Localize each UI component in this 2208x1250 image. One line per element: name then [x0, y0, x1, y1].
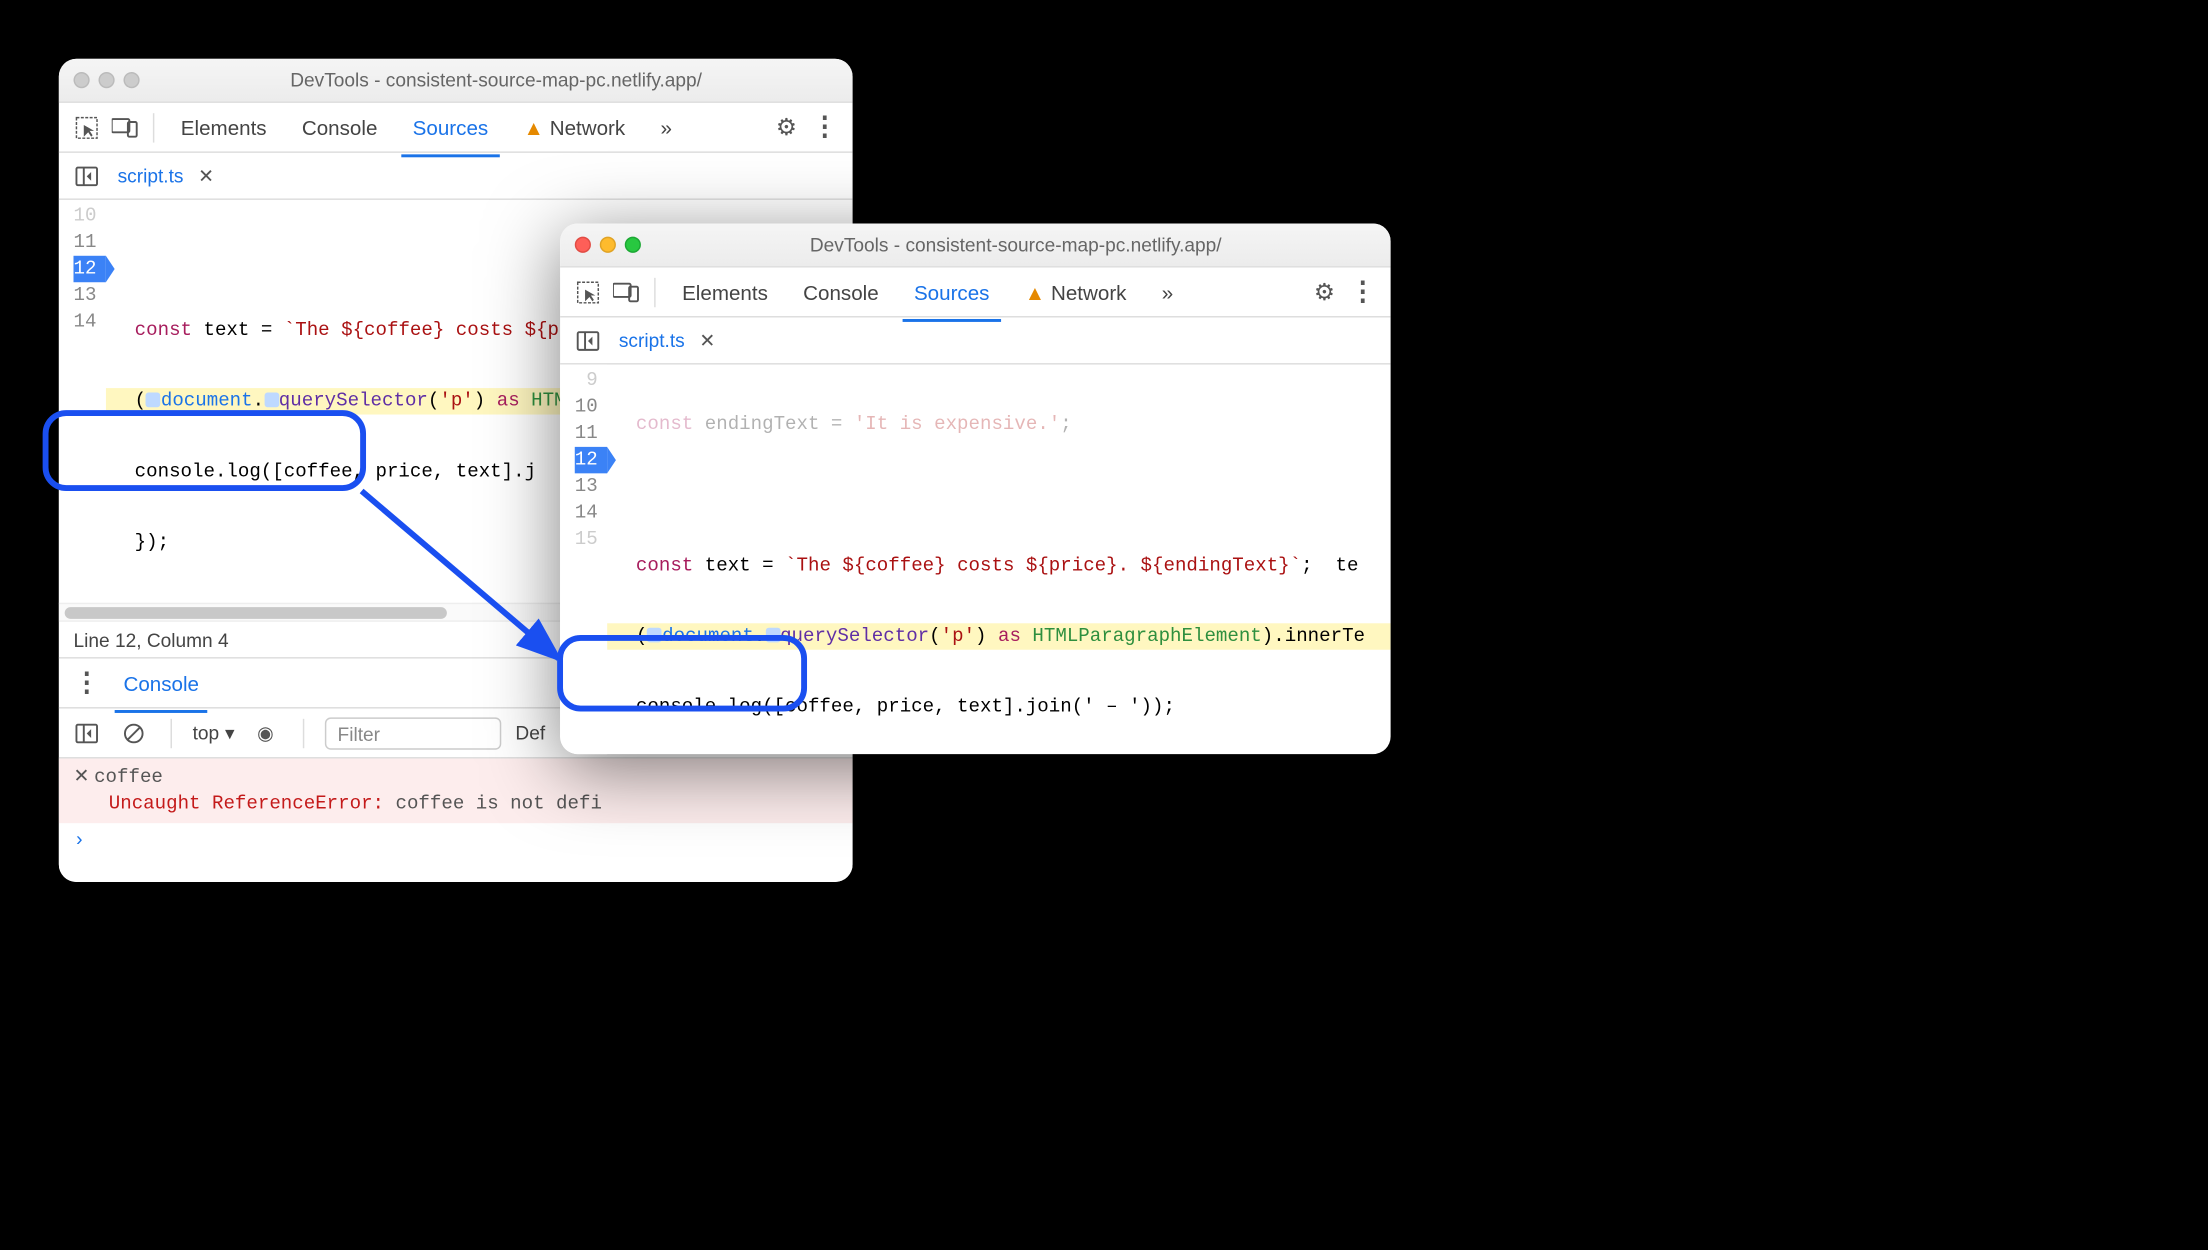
navigator-toggle-icon[interactable] — [572, 324, 604, 356]
line-number: 11 — [74, 229, 97, 255]
cursor-position: Line 12, Column 4 — [74, 628, 229, 650]
line-number-current: 12 — [74, 256, 106, 282]
console-sidebar-icon[interactable] — [71, 717, 103, 749]
console-prompt[interactable]: › — [59, 823, 853, 857]
console-entry-error: ✕coffee Uncaught ReferenceError: coffee … — [59, 759, 853, 824]
drawer-tab-console[interactable]: Console — [115, 662, 208, 703]
error-x-icon: ✕ — [74, 764, 95, 790]
zoom-dot-icon[interactable] — [625, 237, 641, 253]
zoom-dot-icon[interactable] — [123, 72, 139, 88]
tab-network-label: Network — [550, 115, 625, 139]
tab-console[interactable]: Console — [788, 271, 893, 312]
line-number: 13 — [575, 473, 598, 499]
kebab-menu-icon[interactable]: ⋮ — [1347, 276, 1379, 308]
kebab-menu-icon[interactable]: ⋮ — [809, 111, 841, 143]
device-icon[interactable] — [109, 111, 141, 143]
window-title: DevTools - consistent-source-map-pc.netl… — [154, 69, 838, 91]
code-editor[interactable]: 9 10 11 12 13 14 15 const endingText = '… — [560, 365, 1391, 755]
log-levels[interactable]: Def — [515, 722, 545, 744]
close-file-icon[interactable]: ✕ — [198, 164, 214, 188]
chevron-down-icon: ▾ — [225, 721, 235, 745]
code-line — [607, 482, 1391, 508]
line-number: 14 — [575, 500, 598, 526]
titlebar: DevTools - consistent-source-map-pc.netl… — [59, 59, 853, 103]
tab-elements[interactable]: Elements — [166, 107, 281, 148]
code-line: console.log([coffee, price, text].join('… — [607, 694, 1391, 720]
tabs-overflow[interactable]: » — [1147, 271, 1188, 312]
tab-network[interactable]: ▲Network — [1010, 271, 1141, 312]
tab-network-label: Network — [1051, 280, 1126, 304]
line-number: 13 — [74, 282, 97, 308]
file-tab-label[interactable]: script.ts — [118, 165, 184, 187]
minimize-dot-icon[interactable] — [98, 72, 114, 88]
tab-console[interactable]: Console — [287, 107, 392, 148]
main-toolbar: Elements Console Sources ▲Network » ⚙ ⋮ — [560, 268, 1391, 318]
code-line: const endingText = 'It is expensive.'; — [607, 412, 1391, 438]
warning-icon: ▲ — [523, 115, 543, 139]
close-dot-icon[interactable] — [74, 72, 90, 88]
minimize-dot-icon[interactable] — [600, 237, 616, 253]
code-line: const text = `The ${coffee} costs ${pric… — [607, 553, 1391, 579]
console-input-echo: coffee — [94, 766, 163, 788]
tab-elements[interactable]: Elements — [667, 271, 782, 312]
close-file-icon[interactable]: ✕ — [699, 329, 715, 353]
tab-sources[interactable]: Sources — [899, 271, 1004, 312]
close-dot-icon[interactable] — [575, 237, 591, 253]
drawer-menu-icon[interactable]: ⋮ — [71, 667, 103, 699]
file-tabs: script.ts ✕ — [560, 318, 1391, 365]
navigator-toggle-icon[interactable] — [71, 159, 103, 191]
traffic-lights[interactable] — [74, 72, 140, 88]
warning-icon: ▲ — [1025, 280, 1045, 304]
line-number: 15 — [575, 526, 598, 552]
gear-icon[interactable]: ⚙ — [770, 111, 802, 143]
gear-icon[interactable]: ⚙ — [1308, 276, 1340, 308]
inspect-icon[interactable] — [572, 276, 604, 308]
traffic-lights[interactable] — [575, 237, 641, 253]
line-number: 14 — [74, 309, 97, 335]
line-number: 10 — [575, 394, 598, 420]
inspect-icon[interactable] — [71, 111, 103, 143]
file-tab-label[interactable]: script.ts — [619, 329, 685, 351]
line-number-current: 12 — [575, 447, 607, 473]
console-filter-input[interactable]: Filter — [324, 717, 500, 749]
console-output[interactable]: ✕coffee Uncaught ReferenceError: coffee … — [59, 759, 853, 882]
main-toolbar: Elements Console Sources ▲ Network » ⚙ ⋮ — [59, 103, 853, 153]
tab-network[interactable]: ▲ Network — [509, 107, 640, 148]
file-tabs: script.ts ✕ — [59, 153, 853, 200]
context-selector[interactable]: top▾ — [193, 721, 235, 745]
code-line-current: (document.querySelector('p') as HTMLPara… — [607, 623, 1391, 649]
line-number: 10 — [74, 203, 97, 229]
tabs-overflow[interactable]: » — [646, 107, 687, 148]
window-title: DevTools - consistent-source-map-pc.netl… — [656, 234, 1376, 256]
clear-console-icon[interactable] — [118, 717, 150, 749]
devtools-window-after: DevTools - consistent-source-map-pc.netl… — [560, 223, 1391, 754]
tab-sources[interactable]: Sources — [398, 107, 503, 148]
live-expression-icon[interactable]: ◉ — [249, 717, 281, 749]
line-number: 9 — [575, 368, 598, 394]
device-icon[interactable] — [610, 276, 642, 308]
titlebar: DevTools - consistent-source-map-pc.netl… — [560, 223, 1391, 267]
line-number: 11 — [575, 420, 598, 446]
